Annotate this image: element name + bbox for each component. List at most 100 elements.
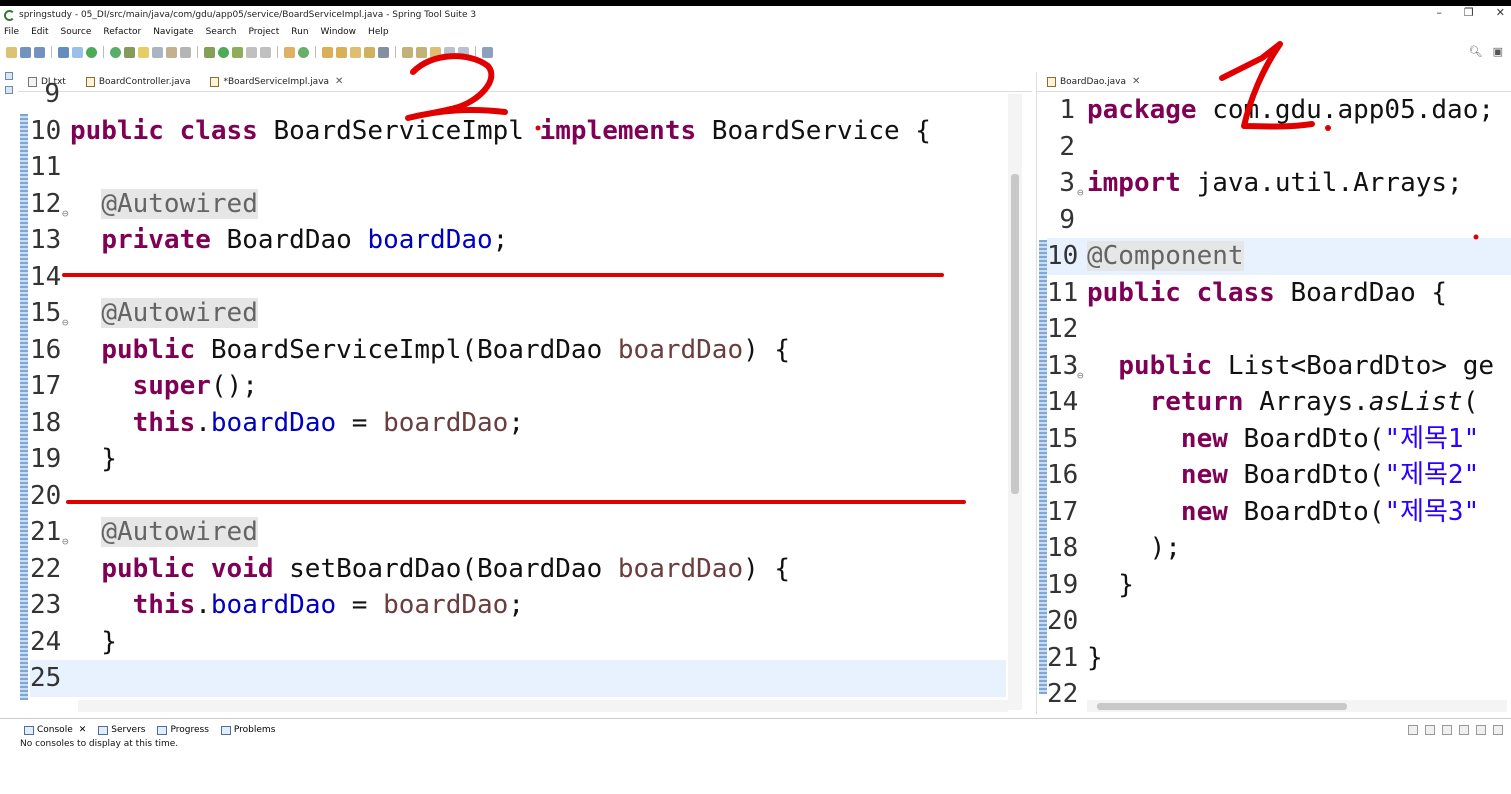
- menu-window[interactable]: Window: [321, 27, 357, 37]
- new-package-icon[interactable]: [284, 46, 295, 58]
- line-number: 19: [30, 444, 62, 474]
- mark-occurrences-icon[interactable]: [138, 46, 149, 58]
- code-token: }: [70, 626, 117, 657]
- debug-icon[interactable]: [204, 46, 215, 58]
- boot-dashboard-icon[interactable]: [86, 46, 97, 58]
- line-number: 20: [30, 480, 62, 511]
- skip-breakpoints-icon[interactable]: [72, 46, 83, 58]
- run-external-icon[interactable]: [232, 46, 243, 58]
- console-tab-progress[interactable]: Progress: [157, 725, 209, 735]
- code-text[interactable]: }: [70, 624, 117, 661]
- last-edit-icon[interactable]: [430, 46, 441, 58]
- open-console-icon[interactable]: [1442, 725, 1452, 735]
- open-perspective-icon[interactable]: ▣: [1493, 45, 1503, 58]
- code-text[interactable]: new BoardDto("제목1": [1087, 421, 1479, 458]
- new-icon[interactable]: [6, 46, 17, 58]
- block-select-icon[interactable]: [152, 46, 163, 58]
- terminal-icon[interactable]: [58, 46, 69, 58]
- line-number: 11: [1047, 277, 1079, 308]
- code-text[interactable]: new BoardDto("제목2": [1087, 457, 1479, 494]
- open-resource-icon[interactable]: [336, 46, 347, 58]
- code-text[interactable]: public class BoardServiceImpl implements…: [70, 113, 931, 150]
- horizontal-scrollbar[interactable]: [1087, 700, 1507, 712]
- scroll-thumb[interactable]: [1097, 703, 1347, 710]
- code-text[interactable]: public BoardServiceImpl(BoardDao boardDa…: [70, 332, 790, 369]
- code-text[interactable]: package com.gdu.app05.dao;: [1087, 92, 1494, 129]
- scroll-thumb[interactable]: [1011, 174, 1019, 494]
- menu-help[interactable]: Help: [368, 27, 389, 37]
- menu-file[interactable]: File: [4, 27, 19, 37]
- pin-editor-icon[interactable]: [482, 46, 493, 58]
- maximize-button[interactable]: ❐: [1464, 6, 1474, 19]
- code-text[interactable]: );: [1087, 530, 1181, 567]
- menu-refactor[interactable]: Refactor: [103, 27, 141, 37]
- code-text[interactable]: new BoardDto("제목3": [1087, 494, 1479, 531]
- back-icon[interactable]: [444, 46, 455, 58]
- spring-icon[interactable]: [124, 46, 135, 58]
- word-wrap-icon[interactable]: [166, 46, 177, 58]
- relaunch-icon[interactable]: [260, 46, 271, 58]
- code-text[interactable]: public class BoardDao {: [1087, 275, 1447, 312]
- menu-source[interactable]: Source: [61, 27, 92, 37]
- code-text[interactable]: return Arrays.asList(: [1087, 384, 1479, 421]
- console-tab-problems[interactable]: Problems: [220, 725, 275, 735]
- minimize-button[interactable]: –: [1436, 6, 1442, 19]
- save-all-icon[interactable]: [34, 46, 45, 58]
- menu-edit[interactable]: Edit: [31, 27, 48, 37]
- show-whitespace-icon[interactable]: [180, 46, 191, 58]
- code-text[interactable]: @Autowired: [70, 295, 258, 332]
- previous-annotation-icon[interactable]: [416, 46, 427, 58]
- code-text[interactable]: private BoardDao boardDao;: [70, 222, 508, 259]
- refresh-icon[interactable]: [110, 46, 121, 58]
- code-text[interactable]: }: [1087, 640, 1103, 677]
- save-icon[interactable]: [20, 46, 31, 58]
- close-tab-icon[interactable]: ✕: [1132, 76, 1140, 87]
- open-type-icon[interactable]: [322, 46, 333, 58]
- code-text[interactable]: @Autowired: [70, 514, 258, 551]
- forward-icon[interactable]: [458, 46, 469, 58]
- close-tab-icon[interactable]: ✕: [79, 725, 87, 735]
- code-text[interactable]: public void setBoardDao(BoardDao boardDa…: [70, 551, 790, 588]
- annotation-icon[interactable]: [378, 46, 389, 58]
- search-icon[interactable]: 🔍︎: [1469, 45, 1483, 58]
- menu-navigate[interactable]: Navigate: [153, 27, 193, 37]
- stop-icon[interactable]: [246, 46, 257, 58]
- code-line: 12 ⊖ @Autowired: [30, 186, 1006, 223]
- task-icon[interactable]: [364, 46, 375, 58]
- minimize-panel-icon[interactable]: [1493, 725, 1503, 735]
- code-text[interactable]: }: [70, 441, 117, 478]
- outline-icon[interactable]: [5, 86, 13, 94]
- package-explorer-icon[interactable]: [5, 72, 13, 80]
- code-token: ) {: [743, 334, 791, 365]
- close-button[interactable]: ✕: [1496, 6, 1505, 19]
- menu-search[interactable]: Search: [206, 27, 237, 37]
- next-annotation-icon[interactable]: [402, 46, 413, 58]
- editor-tab[interactable]: BoardDao.java ✕: [1037, 76, 1151, 91]
- new-class-icon[interactable]: [298, 46, 309, 58]
- clear-console-icon[interactable]: [1459, 725, 1469, 735]
- menu-run[interactable]: Run: [291, 27, 308, 37]
- code-text[interactable]: import java.util.Arrays;: [1087, 165, 1463, 202]
- code-text[interactable]: @Component: [1087, 238, 1244, 275]
- code-line: 20: [30, 478, 1006, 515]
- code-token: }: [1087, 642, 1103, 673]
- pin-console-icon[interactable]: [1408, 725, 1418, 735]
- vertical-scrollbar[interactable]: [1008, 94, 1022, 710]
- code-text[interactable]: super();: [70, 368, 258, 405]
- code-text[interactable]: @Autowired: [70, 186, 258, 223]
- code-text[interactable]: this.boardDao = boardDao;: [70, 587, 524, 624]
- display-console-icon[interactable]: [1425, 725, 1435, 735]
- code-text[interactable]: this.boardDao = boardDao;: [70, 405, 524, 442]
- console-tab-console[interactable]: Console ✕: [24, 725, 86, 735]
- menu-project[interactable]: Project: [248, 27, 279, 37]
- code-text[interactable]: public List<BoardDto> ge: [1087, 348, 1494, 385]
- code-text[interactable]: }: [1087, 567, 1134, 604]
- horizontal-scrollbar[interactable]: [78, 700, 1008, 712]
- search-files-icon[interactable]: [350, 46, 361, 58]
- console-tab-servers[interactable]: Servers: [98, 725, 145, 735]
- run-icon[interactable]: [218, 46, 229, 58]
- code-token: @Autowired: [101, 298, 258, 328]
- scroll-lock-icon[interactable]: [1476, 725, 1486, 735]
- code-token: Arrays.: [1259, 387, 1369, 417]
